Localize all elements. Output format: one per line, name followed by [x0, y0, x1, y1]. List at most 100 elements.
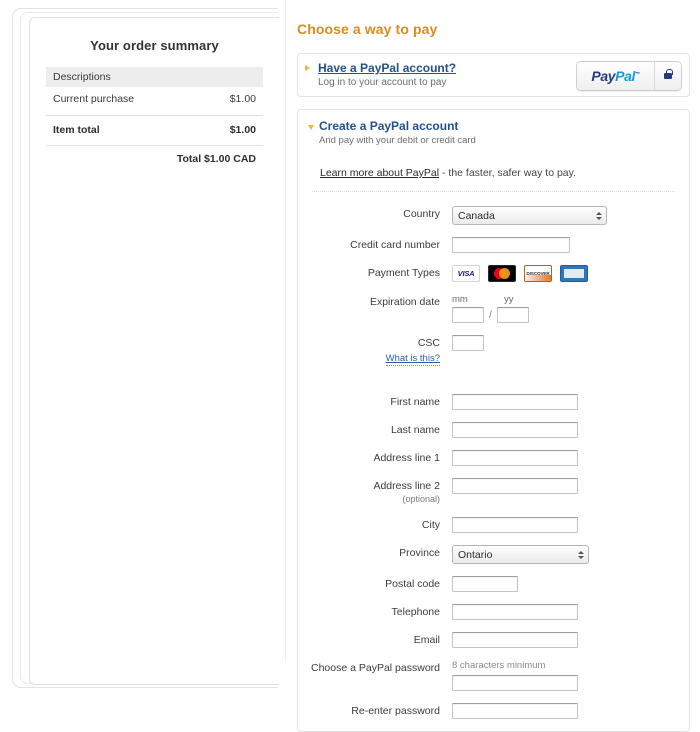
address2-optional: (optional): [402, 494, 440, 504]
first-name-input[interactable]: [452, 394, 578, 410]
grand-total: Total $1.00 CAD: [176, 153, 256, 165]
lock-icon: [655, 62, 681, 90]
expiration-sublabels: mm yy: [452, 294, 679, 305]
expiration-separator: /: [489, 309, 492, 321]
order-summary-card: Your order summary Descriptions Current …: [29, 17, 279, 685]
country-label: Country: [403, 208, 440, 220]
paypal-logo: PayPal™: [577, 62, 655, 90]
password-confirm-label: Re-enter password: [351, 705, 440, 717]
address2-label: Address line 2: [373, 480, 440, 492]
email-label: Email: [413, 634, 440, 646]
checkout-page: Your order summary Descriptions Current …: [0, 0, 700, 732]
csc-help-link[interactable]: What is this?: [385, 352, 440, 366]
country-select[interactable]: Canada: [452, 206, 607, 225]
have-paypal-account-panel[interactable]: Have a PayPal account? Log in to your ac…: [297, 53, 690, 97]
expiration-year-input[interactable]: [496, 307, 529, 323]
field-row-payment-types: Payment Types VISA DISCOVER: [308, 265, 679, 282]
descriptions-header: Descriptions: [46, 67, 263, 87]
field-row-first-name: First name: [308, 394, 679, 410]
stepper-arrows-icon: [578, 550, 584, 559]
chevron-down-icon: [308, 125, 314, 130]
learn-more-link[interactable]: Learn more about PayPal: [320, 167, 439, 179]
last-name-label: Last name: [390, 424, 440, 436]
order-line-amount: $1.00: [229, 93, 256, 105]
item-total-row: Item total $1.00: [46, 116, 263, 145]
city-label: City: [421, 519, 440, 531]
email-input[interactable]: [452, 632, 578, 648]
mastercard-card-icon: [488, 265, 516, 282]
create-paypal-account-panel: Create a PayPal account And pay with you…: [297, 109, 690, 732]
telephone-label: Telephone: [391, 606, 440, 618]
paypal-logo-pal: Pal: [615, 68, 635, 84]
expiration-yy-label: yy: [504, 294, 514, 305]
credit-card-input[interactable]: [452, 237, 570, 253]
learn-more-rest: - the faster, safer way to pay.: [439, 167, 577, 179]
order-line-item: Current purchase $1.00: [46, 87, 263, 115]
csc-label-block: CSC What is this?: [308, 335, 452, 366]
province-label: Province: [399, 547, 440, 559]
address2-label-block: Address line 2 (optional): [308, 478, 452, 505]
payment-column: Choose a way to pay Have a PayPal accoun…: [297, 0, 690, 732]
column-separator: [285, 0, 286, 661]
field-row-password-confirm: Re-enter password: [308, 703, 679, 719]
create-account-subtitle: And pay with your debit or credit card: [319, 135, 476, 146]
country-select-value: Canada: [458, 210, 495, 222]
expiration-mm-label: mm: [452, 294, 468, 305]
field-row-postal-code: Postal code: [308, 576, 679, 592]
city-input[interactable]: [452, 517, 578, 533]
field-row-city: City: [308, 517, 679, 533]
password-hint: 8 characters minimum: [452, 660, 546, 671]
item-total-amount: $1.00: [229, 124, 256, 136]
visa-card-icon: VISA: [452, 265, 480, 282]
stepper-arrows-icon: [596, 211, 602, 220]
province-select[interactable]: Ontario: [452, 545, 589, 564]
create-account-header[interactable]: Create a PayPal account And pay with you…: [308, 119, 679, 146]
field-row-credit-card: Credit card number: [308, 237, 679, 253]
discover-card-icon: DISCOVER: [524, 265, 552, 282]
password-confirm-input[interactable]: [452, 703, 578, 719]
field-row-password: Choose a PayPal password 8 characters mi…: [308, 660, 679, 691]
payment-types-label: Payment Types: [367, 267, 440, 279]
field-row-csc: CSC What is this?: [308, 335, 679, 366]
create-paypal-account-link[interactable]: Create a PayPal account: [319, 119, 458, 133]
password-input[interactable]: [452, 675, 578, 691]
amex-card-icon: [560, 265, 588, 282]
address2-input[interactable]: [452, 478, 578, 494]
order-summary-title: Your order summary: [90, 38, 219, 53]
accepted-cards: VISA DISCOVER: [452, 265, 679, 282]
postal-code-label: Postal code: [385, 578, 440, 590]
expiration-label: Expiration date: [369, 296, 440, 308]
credit-card-label: Credit card number: [350, 239, 440, 251]
field-row-last-name: Last name: [308, 422, 679, 438]
address1-label: Address line 1: [373, 452, 440, 464]
first-name-label: First name: [390, 396, 440, 408]
field-row-province: Province Ontario: [308, 545, 679, 564]
order-line-label: Current purchase: [53, 93, 135, 105]
item-total-label: Item total: [53, 124, 100, 136]
field-row-country: Country Canada: [308, 206, 679, 225]
province-select-value: Ontario: [458, 549, 493, 561]
csc-label: CSC: [417, 337, 440, 349]
page-title: Choose a way to pay: [297, 21, 438, 37]
field-row-telephone: Telephone: [308, 604, 679, 620]
field-row-expiration: Expiration date mm yy /: [308, 294, 679, 323]
expiration-month-input[interactable]: [452, 307, 484, 323]
last-name-input[interactable]: [452, 422, 578, 438]
password-label: Choose a PayPal password: [311, 662, 440, 674]
field-row-address1: Address line 1: [308, 450, 679, 466]
csc-input[interactable]: [452, 335, 484, 351]
learn-more-row: Learn more about PayPal - the faster, sa…: [320, 167, 679, 179]
have-paypal-account-link[interactable]: Have a PayPal account?: [318, 61, 456, 75]
dotted-divider: [312, 191, 675, 192]
postal-code-input[interactable]: [452, 576, 518, 592]
expiration-inputs: /: [452, 307, 679, 323]
field-row-email: Email: [308, 632, 679, 648]
paypal-logo-tm: ™: [634, 71, 640, 78]
signup-form: Country Canada Credit card number Paymen…: [308, 206, 679, 719]
field-row-address2: Address line 2 (optional): [308, 478, 679, 505]
telephone-input[interactable]: [452, 604, 578, 620]
address1-input[interactable]: [452, 450, 578, 466]
chevron-right-icon: [305, 65, 310, 71]
paypal-login-button[interactable]: PayPal™: [576, 61, 682, 91]
paypal-logo-pay: Pay: [591, 68, 616, 84]
